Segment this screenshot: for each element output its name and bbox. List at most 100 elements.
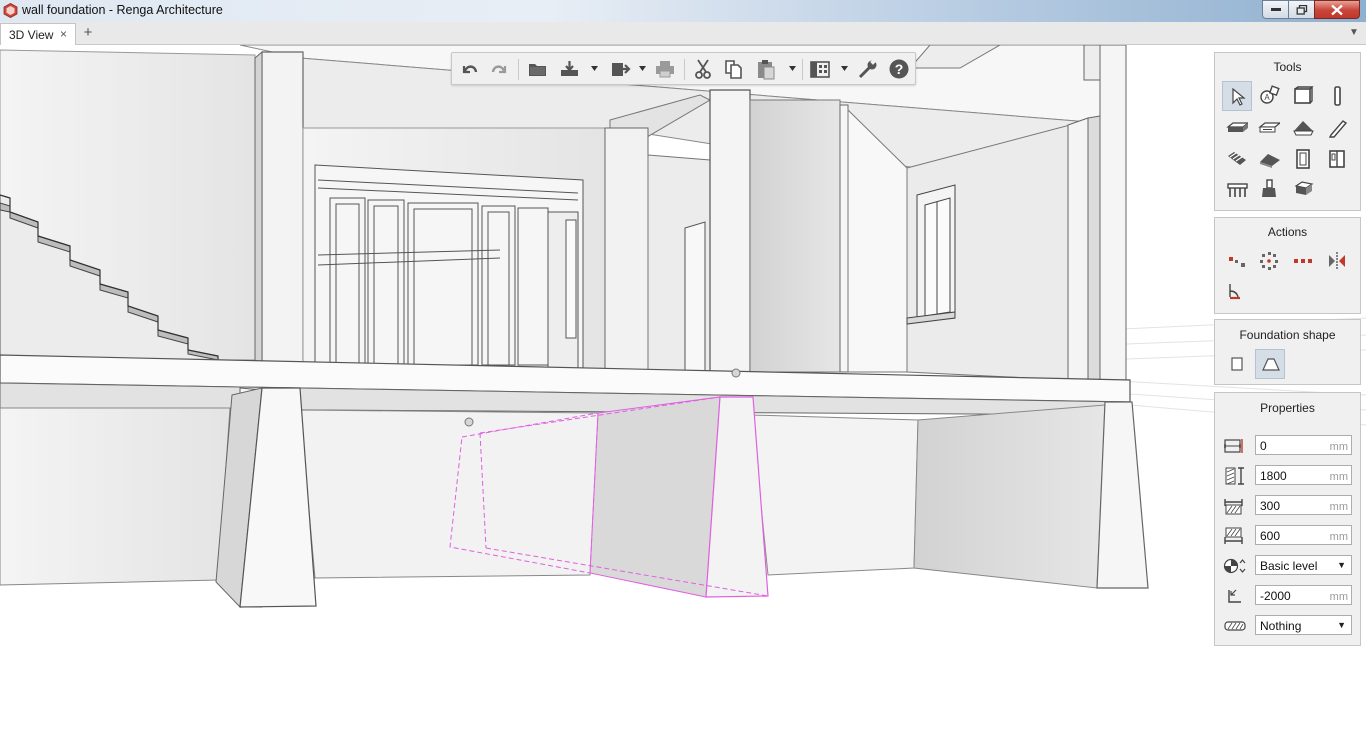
bottom-width-input[interactable]: 600 mm <box>1255 525 1352 545</box>
window-title: wall foundation - Renga Architecture <box>22 3 223 17</box>
close-window-button[interactable] <box>1314 0 1360 19</box>
top-width-property: 300 mm <box>1223 495 1360 517</box>
foundation-tool-button[interactable] <box>1254 174 1284 204</box>
actions-panel-title: Actions <box>1267 225 1308 239</box>
wall-foundation-icon <box>1294 181 1314 195</box>
copy-icon <box>725 60 742 79</box>
document-tab-bar: 3D View × + ▼ <box>0 22 1366 45</box>
close-icon <box>1331 4 1343 15</box>
roof-slab-tool-button[interactable] <box>1254 113 1284 143</box>
railing-tool-button[interactable] <box>1288 174 1318 204</box>
undo-button[interactable] <box>457 58 481 80</box>
beam-tool-button[interactable] <box>1222 174 1252 204</box>
view-dropdown-icon[interactable] <box>841 65 849 73</box>
paste-dropdown-icon[interactable] <box>789 65 797 73</box>
chevron-down-icon: ▼ <box>1337 560 1346 570</box>
tools-panel: Tools A <box>1214 52 1361 211</box>
elevation-property: -2000 mm <box>1223 585 1360 607</box>
elevation-icon <box>1228 589 1241 603</box>
trapezoid-shape-icon <box>1262 358 1280 371</box>
copy-button[interactable] <box>722 58 746 80</box>
rotate-action-button[interactable] <box>1254 246 1284 276</box>
rotate-icon <box>1260 252 1278 270</box>
bottom-width-icon <box>1224 527 1243 544</box>
save-dropdown-icon[interactable] <box>591 65 599 73</box>
tab-3d-view[interactable]: 3D View × <box>0 23 76 45</box>
roof-icon <box>1293 121 1314 136</box>
select-tool-button[interactable] <box>1222 81 1252 111</box>
tab-list-dropdown[interactable]: ▼ <box>1349 27 1359 38</box>
level-select[interactable]: Basic level ▼ <box>1255 555 1352 575</box>
roof-tool-button[interactable] <box>1288 113 1318 143</box>
actions-panel: Actions <box>1214 217 1361 314</box>
minimize-icon <box>1270 7 1281 11</box>
annotation-tool-button[interactable]: A <box>1254 81 1284 111</box>
paste-button[interactable] <box>754 58 778 80</box>
rectangle-shape-icon <box>1231 357 1243 371</box>
settings-wrench-icon <box>858 58 877 79</box>
foundation-shape-panel: Foundation shape <box>1214 319 1361 385</box>
style-icon <box>1224 621 1246 631</box>
ramp-tool-button[interactable] <box>1254 144 1284 174</box>
add-tab-button[interactable]: + <box>80 24 96 42</box>
export-button[interactable] <box>609 58 633 80</box>
open-folder-icon <box>529 64 546 76</box>
export-dropdown-icon[interactable] <box>639 65 647 73</box>
ramp-icon <box>1260 154 1280 168</box>
undo-icon <box>462 65 478 74</box>
tab-close-icon[interactable]: × <box>60 27 67 41</box>
column-icon <box>1334 86 1341 106</box>
open-button[interactable] <box>526 58 550 80</box>
save-button[interactable] <box>558 58 582 80</box>
tab-3d-view-label: 3D View <box>9 28 54 42</box>
align-action-button[interactable] <box>1222 277 1252 307</box>
tools-panel-title: Tools <box>1273 60 1302 74</box>
cut-button[interactable] <box>691 58 715 80</box>
properties-panel: Properties 0 mm 1800 mm 300 mm 600 mm Basic … <box>1214 392 1361 646</box>
view-options-icon <box>810 61 830 78</box>
top-width-input[interactable]: 300 mm <box>1255 495 1352 515</box>
style-property: Nothing ▼ <box>1223 615 1360 637</box>
cursor-icon <box>1232 87 1246 106</box>
help-button[interactable]: ? <box>887 58 911 80</box>
rectangle-shape-button[interactable] <box>1222 349 1252 379</box>
beam-icon <box>1227 183 1248 197</box>
mirror-action-button[interactable] <box>1322 246 1352 276</box>
array-action-button[interactable] <box>1288 246 1318 276</box>
height-property: 1800 mm <box>1223 465 1360 487</box>
redo-button[interactable] <box>488 58 512 80</box>
view-options-button[interactable] <box>808 58 832 80</box>
title-bar: wall foundation - Renga Architecture <box>0 0 1366 22</box>
elevation-input[interactable]: -2000 mm <box>1255 585 1352 605</box>
bottom-width-property: 600 mm <box>1223 525 1360 547</box>
3d-viewport[interactable]: ? <box>0 45 1366 729</box>
move-action-button[interactable] <box>1222 246 1252 276</box>
cut-icon <box>695 59 711 79</box>
height-input[interactable]: 1800 mm <box>1255 465 1352 485</box>
settings-button[interactable] <box>856 58 880 80</box>
room-box-icon <box>1294 86 1314 104</box>
stair-tool-button[interactable] <box>1222 144 1252 174</box>
offset-input[interactable]: 0 mm <box>1255 435 1352 455</box>
shapes-icon: A <box>1260 85 1280 104</box>
renga-app-icon <box>3 3 18 18</box>
restore-button[interactable] <box>1288 0 1315 19</box>
line-tool-button[interactable] <box>1322 113 1352 143</box>
print-icon <box>656 61 674 78</box>
building-3d-model[interactable] <box>0 45 1366 729</box>
level-property: Basic level ▼ <box>1223 555 1360 577</box>
minimize-button[interactable] <box>1262 0 1289 19</box>
print-button[interactable] <box>653 58 677 80</box>
floor-tool-button[interactable] <box>1222 113 1252 143</box>
top-width-icon <box>1224 499 1243 515</box>
plate-icon <box>1258 122 1280 133</box>
window-tool-button[interactable] <box>1322 144 1352 174</box>
column-tool-button[interactable] <box>1322 81 1352 111</box>
style-select[interactable]: Nothing ▼ <box>1255 615 1352 635</box>
foundation-icon <box>1262 179 1276 197</box>
trapezoid-shape-button[interactable] <box>1255 349 1285 379</box>
stairs-icon <box>1228 152 1246 165</box>
restore-icon <box>1296 4 1307 15</box>
door-tool-button[interactable] <box>1288 144 1318 174</box>
room-tool-button[interactable] <box>1288 81 1318 111</box>
